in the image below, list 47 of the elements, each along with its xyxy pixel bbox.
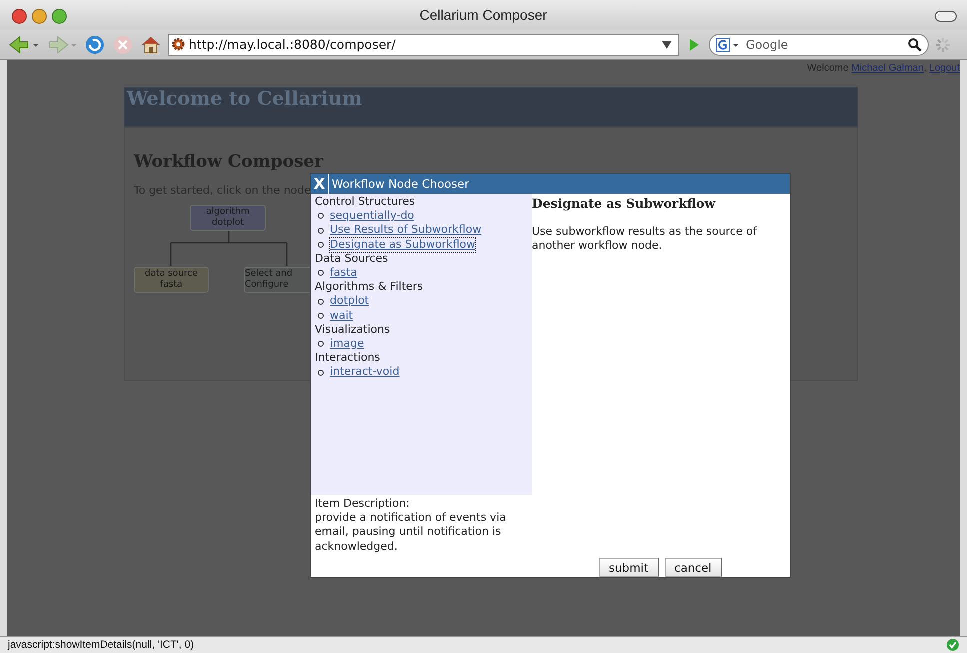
submit-button[interactable]: submit [599, 558, 658, 577]
minimize-window-button[interactable] [32, 9, 47, 24]
dialog-title: Workflow Node Chooser [331, 177, 470, 191]
dropdown-caret-icon[interactable] [662, 40, 672, 48]
checkmark-icon [947, 639, 959, 651]
header-title: Welcome to Cellarium [127, 88, 362, 110]
status-text: javascript:showItemDetails(null, 'ICT', 0) [8, 639, 196, 651]
bullet-icon [318, 312, 324, 319]
workflow-node: data source fasta [134, 267, 209, 293]
address-field[interactable]: http://may.local.:8080/composer/ [168, 34, 679, 56]
category-label: Interactions [315, 351, 382, 366]
description-text: provide a notification of events via email, pausing until notification is acknowledged. [315, 511, 508, 554]
cancel-button[interactable]: cancel [664, 558, 722, 577]
node-link[interactable]: wait [330, 308, 354, 323]
bullet-icon [318, 213, 324, 220]
search-field[interactable]: Google [709, 34, 929, 56]
reload-icon[interactable] [84, 34, 106, 56]
window-title: Cellarium Composer [420, 7, 548, 23]
bullet-icon [318, 298, 324, 305]
category-label: Visualizations [315, 322, 392, 338]
gear-icon [172, 38, 185, 51]
node-link[interactable]: Use Results of Subworkflow [330, 223, 482, 238]
bullet-icon [318, 270, 324, 276]
detail-title: Designate as Subworkflow [532, 196, 717, 211]
node-link[interactable]: sequentially-do [330, 209, 414, 224]
detail-text: Use subworkflow results as the source of another workflow node. [532, 225, 758, 254]
node-link[interactable]: interact-void [330, 365, 400, 380]
description-label: Item Description: [315, 497, 411, 512]
toolbar-toggle-button[interactable] [935, 11, 957, 22]
category-label: Control Structures [315, 195, 416, 210]
close-window-button[interactable] [12, 9, 27, 24]
zoom-window-button[interactable] [52, 9, 67, 24]
workflow-node: algorithm dotplot [190, 205, 266, 231]
bullet-icon [318, 341, 324, 348]
bullet-icon [318, 242, 324, 248]
node-link[interactable]: Designate as Subworkflow [330, 238, 476, 252]
category-label: Data Sources [315, 252, 390, 266]
loading-spinner-icon [935, 36, 951, 52]
node-link[interactable]: image [330, 337, 364, 352]
separator-text: , [924, 63, 928, 76]
bullet-icon [318, 370, 324, 376]
close-button[interactable]: X [311, 174, 329, 194]
back-arrow-icon[interactable] [8, 34, 40, 56]
bullet-icon [318, 228, 324, 234]
search-engine-icon[interactable] [716, 38, 740, 52]
search-icon[interactable] [908, 38, 922, 52]
node-link[interactable]: dotplot [330, 294, 370, 309]
